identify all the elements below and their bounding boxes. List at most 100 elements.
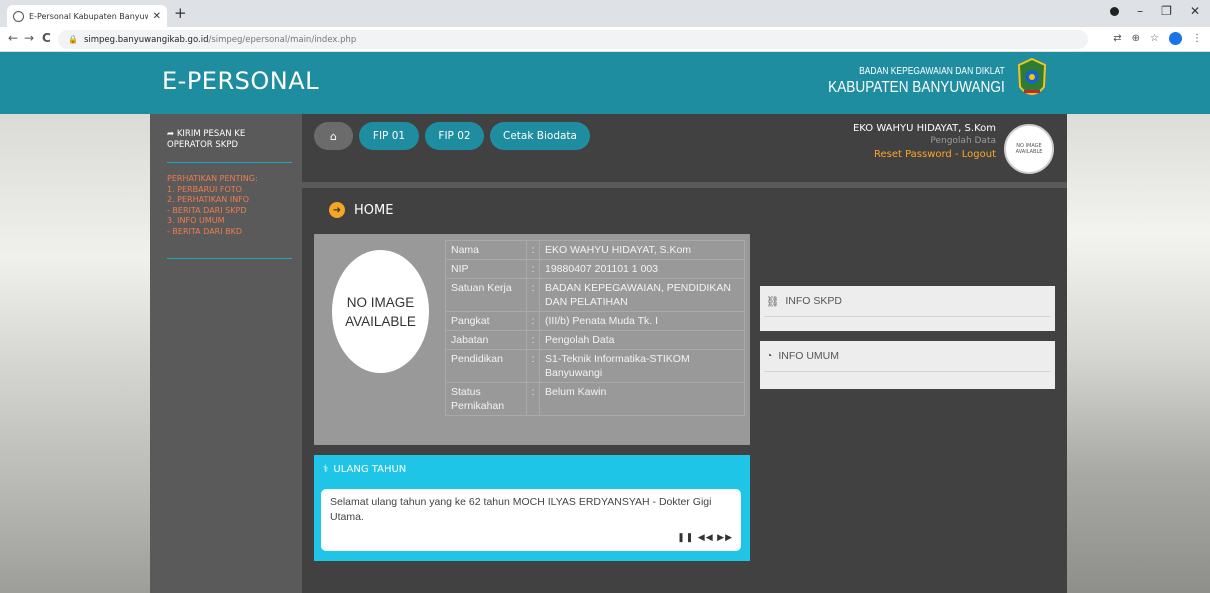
print-biodata-button[interactable]: Cetak Biodata [490,122,590,150]
menu-icon[interactable]: ⋮ [1192,33,1202,44]
table-row: Status Pernikahan: Belum Kawin [445,382,745,416]
sidebar: ➦ KIRIM PESAN KE OPERATOR SKPD PERHATIKA… [150,114,302,593]
avatar: NO IMAGE AVAILABLE [1004,124,1054,174]
field-value: 19880407 201101 1 003 [539,259,745,279]
close-icon[interactable]: ✕ [153,11,161,22]
globe-icon [13,10,24,22]
field-label: Satuan Kerja [445,278,527,312]
birthday-message: Selamat ulang tahun yang ke 62 tahun MOC… [330,496,712,523]
reset-password-link[interactable]: Reset Password [874,149,952,160]
send-message-link[interactable]: ➦ KIRIM PESAN KE OPERATOR SKPD [167,129,292,151]
main-content: ⌂ FIP 01 FIP 02 Cetak Biodata EKO WAHYU … [302,114,1067,593]
info-skpd-title: INFO SKPD [785,295,842,307]
agency-line1: BADAN KEPEGAWAIAN DAN DIKLAT [859,66,1005,77]
home-button[interactable]: ⌂ [314,122,353,150]
zoom-icon[interactable]: ⊕ [1132,33,1140,44]
info-skpd-header[interactable]: ⛓ INFO SKPD [764,286,1051,317]
field-label: Jabatan [445,330,527,350]
profile-card: NO IMAGE AVAILABLE Nama: EKO WAHYU HIDAYA… [314,234,750,445]
birthday-header: ⚕ ULANG TAHUN [323,464,406,475]
profile-table: Nama: EKO WAHYU HIDAYAT, S.Kom NIP:1988040… [445,240,745,416]
user-info: EKO WAHYU HIDAYAT, S.Kom Pengolah Data R… [853,122,996,161]
field-colon: : [526,349,540,383]
sidebar-divider [167,162,292,163]
notice-line[interactable]: 3. INFO UMUM [167,216,295,227]
logout-link[interactable]: Logout [962,149,996,160]
address-bar-icons: ⇄ ⊕ ☆ ⋮ [1113,32,1202,45]
sitemap-icon: ⛓ [766,295,780,308]
notice-line[interactable]: - BERITA DARI BKD [167,227,295,238]
arrow-right-circle-icon: ➜ [329,202,345,218]
forward-icon[interactable]: → [24,31,34,45]
table-row: Pendidikan: S1-Teknik Informatika-STIKOM … [445,349,745,383]
page: E-PERSONAL BADAN KEPEGAWAIAN DAN DIKLAT … [0,52,1210,593]
field-label: Nama [445,240,527,260]
table-row: Jabatan: Pengolah Data [445,330,745,350]
birthday-ticker: Selamat ulang tahun yang ke 62 tahun MOC… [321,489,741,551]
notice-line: PERHATIKAN PENTING: [167,174,258,183]
info-skpd-panel: ⛓ INFO SKPD [760,286,1055,331]
brand-title[interactable]: E-PERSONAL [162,67,319,95]
new-tab-button[interactable]: + [174,5,187,21]
user-role: Pengolah Data [930,136,996,146]
field-value: S1-Teknik Informatika-STIKOM Banyuwangi [539,349,745,383]
field-label: NIP [445,259,527,279]
notice-line[interactable]: 2. PERHATIKAN INFO [167,195,295,206]
field-value: (III/b) Penata Muda Tk. I [539,311,745,331]
table-row: Satuan Kerja: BADAN KEPEGAWAIAN, PENDIDIK… [445,278,745,312]
home-icon: ⌂ [330,129,337,143]
page-title: ➜ HOME [329,202,393,218]
table-row: Pangkat: (III/b) Penata Muda Tk. I [445,311,745,331]
field-colon: : [526,311,540,331]
tab-title: E-Personal Kabupaten Banyuwangi [29,11,148,21]
sidebar-divider [167,258,292,259]
header-divider [302,182,1067,188]
minimize-icon[interactable]: – [1137,4,1143,18]
table-row: Nama: EKO WAHYU HIDAYAT, S.Kom [445,240,745,260]
field-label: Pangkat [445,311,527,331]
field-colon: : [526,382,540,416]
fip02-button[interactable]: FIP 02 [425,122,484,150]
browser-tab-bar: E-Personal Kabupaten Banyuwangi ✕ + – ❐ … [0,0,1210,27]
notice-line[interactable]: - BERITA DARI SKPD [167,206,295,217]
notice-line[interactable]: 1. PERBARUI FOTO [167,185,295,196]
birthday-title: ULANG TAHUN [333,464,407,475]
field-colon: : [526,330,540,350]
address-bar: ← → C 🔒 simpeg.banyuwangikab.go.id/simpe… [0,27,1210,52]
rss-icon: ◔ [766,350,773,362]
url-field[interactable]: 🔒 simpeg.banyuwangikab.go.id/simpeg/eper… [58,30,1088,49]
user-links: Reset Password - Logout [853,148,996,161]
table-row: NIP:19880407 201101 1 003 [445,259,745,279]
field-value: Pengolah Data [539,330,745,350]
field-label: Pendidikan [445,349,527,383]
link-separator: - [951,149,962,160]
maximize-icon[interactable]: ❐ [1161,4,1172,18]
crest-logo [1017,57,1047,95]
site-header: E-PERSONAL BADAN KEPEGAWAIAN DAN DIKLAT … [0,52,1210,114]
background-building-right [1067,114,1210,593]
fip01-button[interactable]: FIP 01 [359,122,419,150]
lock-icon: 🔒 [68,35,78,44]
field-colon: : [526,240,540,260]
url-path: /simpeg/epersonal/main/index.php [208,34,357,45]
browser-tab[interactable]: E-Personal Kabupaten Banyuwangi ✕ [7,5,167,27]
translate-icon[interactable]: ⇄ [1113,33,1121,44]
agency-line2: KABUPATEN BANYUWANGI [828,79,1005,96]
field-colon: : [526,259,540,279]
profile-icon[interactable] [1169,32,1182,45]
url-text: simpeg.banyuwangikab.go.id/simpeg/eperso… [84,35,356,45]
reload-icon[interactable]: C [42,31,51,45]
close-window-icon[interactable]: ✕ [1190,4,1200,18]
field-value: BADAN KEPEGAWAIAN, PENDIDIKAN DAN PELATI… [539,278,745,312]
record-icon[interactable] [1110,6,1120,16]
info-umum-panel: ◔ INFO UMUM [760,341,1055,389]
back-icon[interactable]: ← [8,31,18,45]
ticker-controls[interactable]: ❚❚ ◀◀ ▶▶ [677,530,733,545]
important-notice: PERHATIKAN PENTING: 1. PERBARUI FOTO 2. … [167,174,295,237]
field-value: Belum Kawin [539,382,745,416]
share-icon: ➦ [167,129,177,139]
agency-name: BADAN KEPEGAWAIAN DAN DIKLAT KABUPATEN B… [797,66,1005,97]
star-icon[interactable]: ☆ [1150,33,1159,44]
info-umum-header[interactable]: ◔ INFO UMUM [764,341,1051,372]
field-colon: : [526,278,540,312]
